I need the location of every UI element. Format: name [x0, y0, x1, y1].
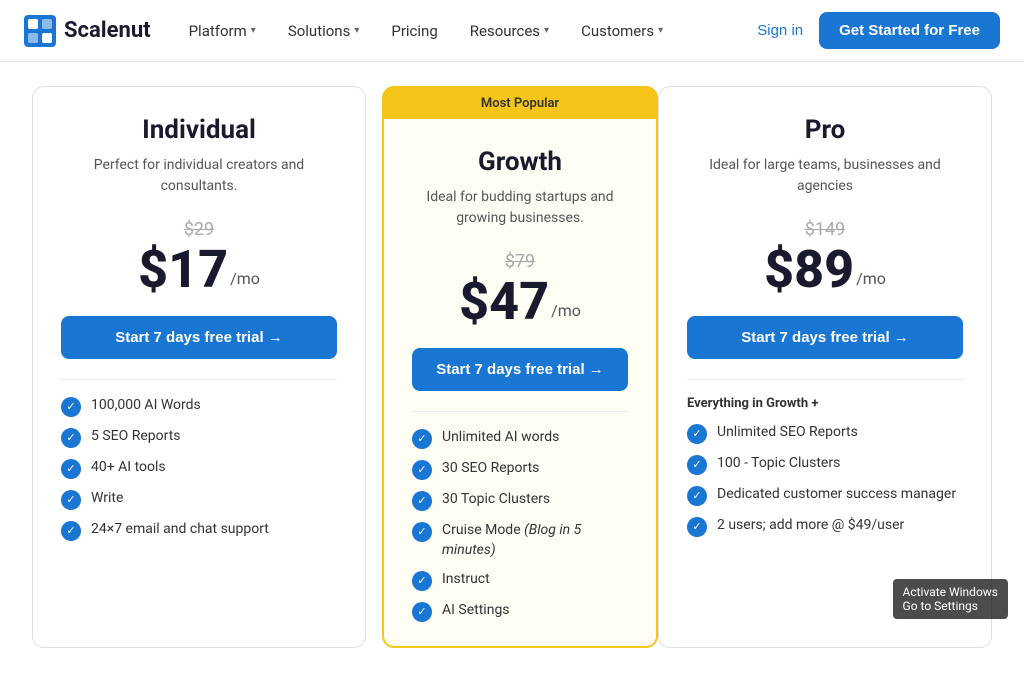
check-icon: ✓	[61, 397, 81, 417]
plan-growth-original-price: $79	[412, 251, 628, 272]
list-item: ✓ Instruct	[412, 570, 628, 591]
plan-growth-name: Growth	[412, 147, 628, 177]
plan-pro: Pro Ideal for large teams, businesses an…	[658, 86, 992, 648]
check-icon: ✓	[412, 429, 432, 449]
windows-watermark: Activate WindowsGo to Settings	[893, 579, 1008, 619]
check-icon: ✓	[412, 491, 432, 511]
logo[interactable]: Scalenut	[24, 15, 151, 47]
plan-growth: Growth Ideal for budding startups and gr…	[382, 119, 658, 648]
plan-growth-wrapper: Most Popular Growth Ideal for budding st…	[382, 86, 658, 648]
sign-in-button[interactable]: Sign in	[757, 22, 803, 39]
check-icon: ✓	[412, 571, 432, 591]
growth-trial-button[interactable]: Start 7 days free trial →	[412, 348, 628, 391]
plan-individual-name: Individual	[61, 115, 337, 145]
plan-growth-suffix: /mo	[551, 301, 581, 320]
plan-growth-desc: Ideal for budding startups and growing b…	[412, 187, 628, 235]
plan-pro-name: Pro	[687, 115, 963, 145]
list-item: ✓ Dedicated customer success manager	[687, 485, 963, 506]
pro-divider	[687, 379, 963, 380]
individual-features: ✓ 100,000 AI Words ✓ 5 SEO Reports ✓ 40+…	[61, 396, 337, 541]
resources-chevron-icon: ▾	[544, 25, 549, 36]
nav-customers[interactable]: Customers ▾	[567, 14, 677, 48]
nav-actions: Sign in Get Started for Free	[757, 12, 1000, 49]
list-item: ✓ 100,000 AI Words	[61, 396, 337, 417]
list-item: ✓ 5 SEO Reports	[61, 427, 337, 448]
check-icon: ✓	[61, 459, 81, 479]
navbar: Scalenut Platform ▾ Solutions ▾ Pricing …	[0, 0, 1024, 62]
plan-pro-price: $89	[764, 244, 854, 296]
plan-growth-price-row: $47 /mo	[412, 276, 628, 328]
individual-divider	[61, 379, 337, 380]
list-item: ✓ 24×7 email and chat support	[61, 520, 337, 541]
nav-solutions[interactable]: Solutions ▾	[274, 14, 374, 48]
list-item: ✓ 40+ AI tools	[61, 458, 337, 479]
logo-icon	[24, 15, 56, 47]
logo-text: Scalenut	[64, 18, 151, 43]
growth-divider	[412, 411, 628, 412]
everything-label: Everything in Growth +	[687, 396, 963, 411]
pricing-section: Individual Perfect for individual creato…	[0, 62, 1024, 680]
customers-chevron-icon: ▾	[658, 25, 663, 36]
list-item: ✓ 100 - Topic Clusters	[687, 454, 963, 475]
cards-container: Individual Perfect for individual creato…	[32, 86, 992, 648]
list-item: ✓ Write	[61, 489, 337, 510]
check-icon: ✓	[687, 486, 707, 506]
check-icon: ✓	[412, 460, 432, 480]
list-item: ✓ Unlimited AI words	[412, 428, 628, 449]
individual-trial-button[interactable]: Start 7 days free trial →	[61, 316, 337, 359]
list-item: ✓ 2 users; add more @ $49/user	[687, 516, 963, 537]
list-item: ✓ AI Settings	[412, 601, 628, 622]
nav-resources[interactable]: Resources ▾	[456, 14, 563, 48]
get-started-button[interactable]: Get Started for Free	[819, 12, 1000, 49]
check-icon: ✓	[61, 521, 81, 541]
plan-pro-price-row: $89 /mo	[687, 244, 963, 296]
platform-chevron-icon: ▾	[251, 25, 256, 36]
check-icon: ✓	[61, 428, 81, 448]
list-item: ✓ Unlimited SEO Reports	[687, 423, 963, 444]
check-icon: ✓	[61, 490, 81, 510]
plan-pro-original-price: $149	[687, 219, 963, 240]
plan-individual-suffix: /mo	[230, 269, 260, 288]
nav-platform[interactable]: Platform ▾	[175, 14, 270, 48]
check-icon: ✓	[412, 522, 432, 542]
pro-features: ✓ Unlimited SEO Reports ✓ 100 - Topic Cl…	[687, 423, 963, 537]
plan-individual-desc: Perfect for individual creators and cons…	[61, 155, 337, 203]
plan-pro-suffix: /mo	[856, 269, 886, 288]
check-icon: ✓	[687, 424, 707, 444]
check-icon: ✓	[687, 517, 707, 537]
plan-pro-desc: Ideal for large teams, businesses and ag…	[687, 155, 963, 203]
plan-individual-price-row: $17 /mo	[61, 244, 337, 296]
plan-growth-price: $47	[459, 276, 549, 328]
check-icon: ✓	[687, 455, 707, 475]
nav-links: Platform ▾ Solutions ▾ Pricing Resources…	[175, 14, 758, 48]
solutions-chevron-icon: ▾	[354, 25, 359, 36]
list-item: ✓ 30 Topic Clusters	[412, 490, 628, 511]
check-icon: ✓	[412, 602, 432, 622]
plan-individual-original-price: $29	[61, 219, 337, 240]
list-item: ✓ 30 SEO Reports	[412, 459, 628, 480]
plan-individual: Individual Perfect for individual creato…	[32, 86, 366, 648]
nav-pricing[interactable]: Pricing	[377, 14, 451, 48]
most-popular-badge: Most Popular	[382, 86, 658, 119]
growth-features: ✓ Unlimited AI words ✓ 30 SEO Reports ✓ …	[412, 428, 628, 622]
list-item: ✓ Cruise Mode (Blog in 5 minutes)	[412, 521, 628, 560]
pro-trial-button[interactable]: Start 7 days free trial →	[687, 316, 963, 359]
plan-individual-price: $17	[138, 244, 228, 296]
